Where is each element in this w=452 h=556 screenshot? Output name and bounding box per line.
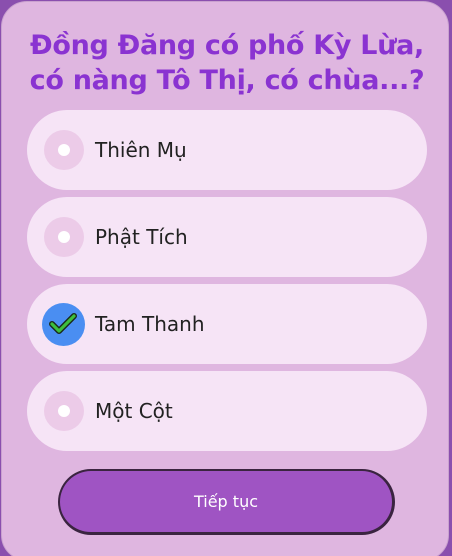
next-button[interactable]: Tiếp tục — [58, 469, 395, 535]
radio-empty-icon — [44, 217, 84, 257]
option-phat-tich[interactable]: Phật Tích — [27, 197, 427, 277]
option-tam-thanh[interactable]: Tam Thanh — [27, 284, 427, 364]
option-thien-mu[interactable]: Thiên Mụ — [27, 110, 427, 190]
question-line-1: Đồng Đăng có phố Kỳ Lừa, — [30, 30, 424, 61]
quiz-card: Đồng Đăng có phố Kỳ Lừa, có nàng Tô Thị,… — [1, 1, 449, 556]
option-label: Tam Thanh — [95, 312, 205, 336]
checkmark-icon — [42, 303, 85, 346]
option-label: Phật Tích — [95, 225, 188, 249]
radio-empty-icon — [44, 130, 84, 170]
option-label: Một Cột — [95, 399, 173, 423]
option-mot-cot[interactable]: Một Cột — [27, 371, 427, 451]
option-label: Thiên Mụ — [95, 138, 187, 162]
question-text: Đồng Đăng có phố Kỳ Lừa, có nàng Tô Thị,… — [2, 28, 452, 98]
radio-empty-icon — [44, 391, 84, 431]
question-line-2: có nàng Tô Thị, có chùa...? — [29, 65, 425, 96]
